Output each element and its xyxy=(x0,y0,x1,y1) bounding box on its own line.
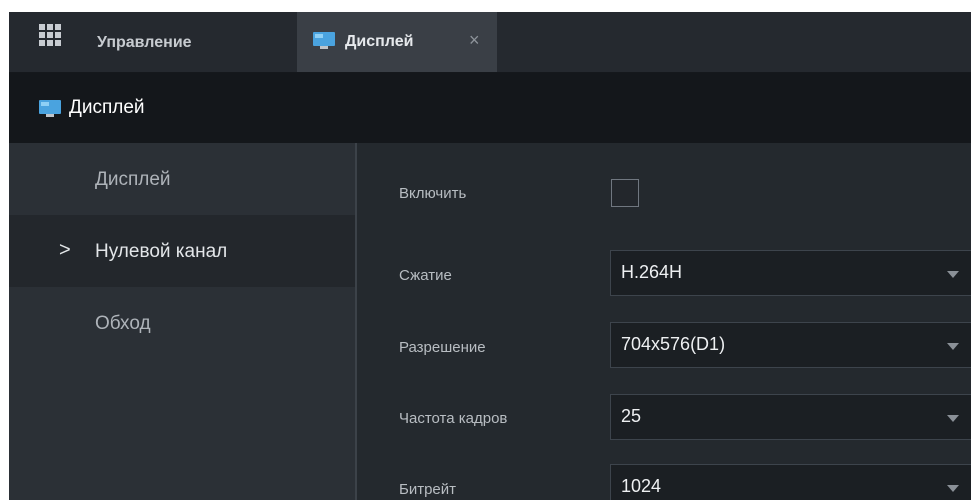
sidebar-item-display[interactable]: Дисплей xyxy=(9,143,355,215)
compression-select[interactable]: H.264H xyxy=(610,250,971,296)
caret-down-icon xyxy=(947,271,959,278)
sidebar-item-zero-channel[interactable]: > Нулевой канал xyxy=(9,215,355,287)
monitor-icon xyxy=(39,100,61,118)
caret-down-icon xyxy=(947,485,959,492)
resolution-label: Разрешение xyxy=(399,339,486,356)
framerate-value: 25 xyxy=(621,406,642,426)
compression-label: Сжатие xyxy=(399,267,452,284)
bitrate-value: 1024 xyxy=(621,476,662,496)
tab-display-label: Дисплей xyxy=(345,33,414,50)
framerate-label: Частота кадров xyxy=(399,410,508,427)
settings-form: Включить Сжатие H.264H Разрешение 704x57… xyxy=(357,143,971,500)
chevron-right-icon: > xyxy=(59,239,71,261)
sidebar-item-bypass[interactable]: Обход xyxy=(9,287,355,359)
page-title: Дисплей xyxy=(69,97,145,118)
bitrate-label: Битрейт xyxy=(399,481,457,498)
app-window: Управление Дисплей × Дисплей Дисплей > Н… xyxy=(9,12,971,500)
sidebar: Дисплей > Нулевой канал Обход xyxy=(9,143,357,500)
compression-value: H.264H xyxy=(621,262,683,282)
enable-checkbox[interactable] xyxy=(611,179,639,207)
framerate-select[interactable]: 25 xyxy=(610,394,971,440)
enable-label: Включить xyxy=(399,185,467,202)
tab-manage[interactable]: Управление xyxy=(97,34,192,52)
grid-icon[interactable] xyxy=(39,24,61,46)
tab-display[interactable]: Дисплей × xyxy=(297,12,497,72)
monitor-icon xyxy=(313,32,335,50)
resolution-select[interactable]: 704x576(D1) xyxy=(610,322,971,368)
sidebar-item-label: Обход xyxy=(95,313,151,334)
caret-down-icon xyxy=(947,343,959,350)
close-icon[interactable]: × xyxy=(469,30,480,51)
page-header: Дисплей xyxy=(9,73,971,143)
tab-bar: Управление Дисплей × xyxy=(9,12,971,73)
caret-down-icon xyxy=(947,415,959,422)
sidebar-item-label: Дисплей xyxy=(95,169,171,190)
resolution-value: 704x576(D1) xyxy=(621,334,726,354)
sidebar-item-label: Нулевой канал xyxy=(95,241,228,262)
bitrate-select[interactable]: 1024 xyxy=(610,464,971,500)
